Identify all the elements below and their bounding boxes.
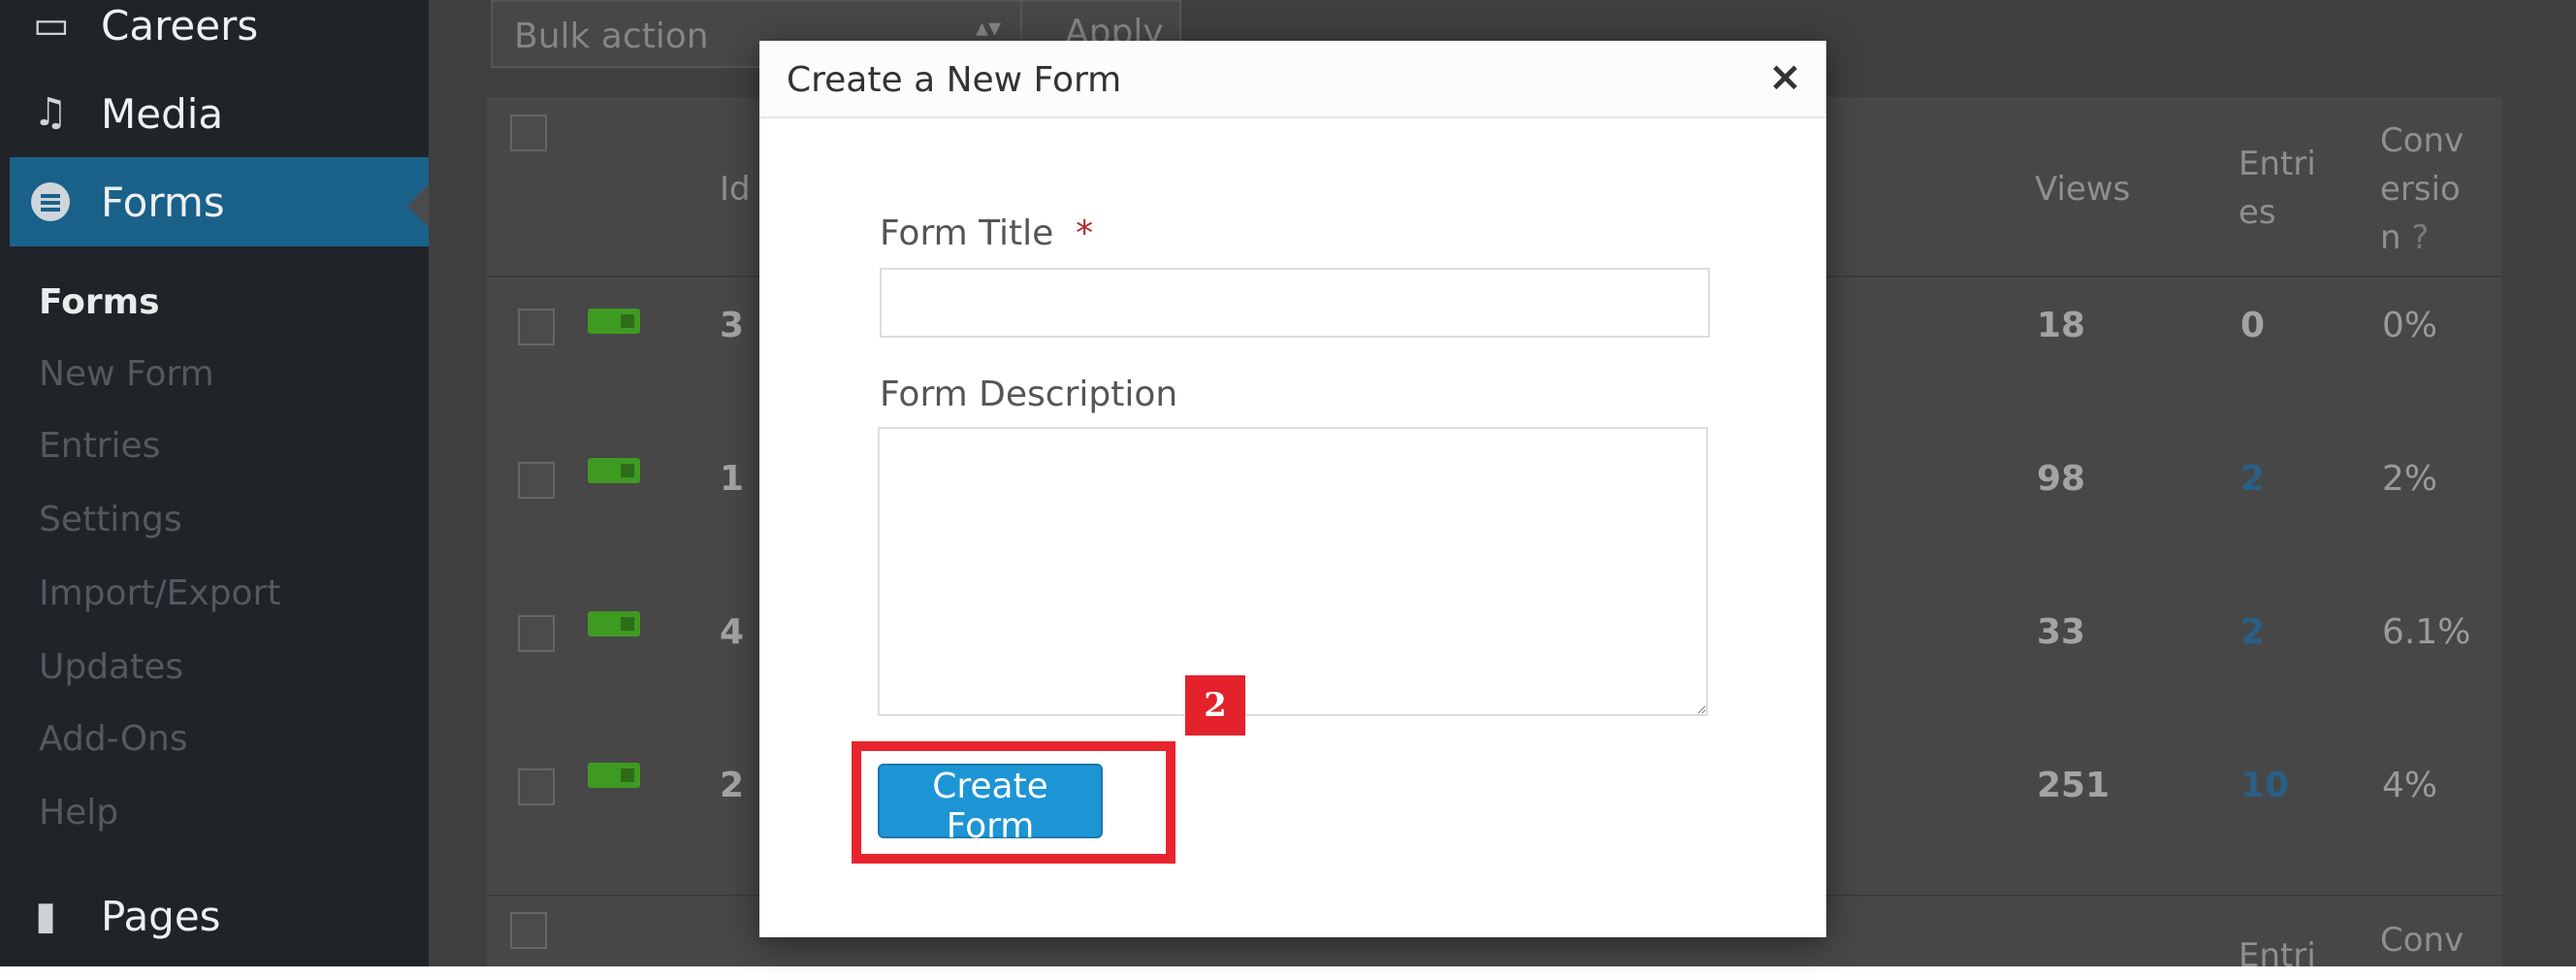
submenu-add-ons[interactable]: Add-Ons <box>39 722 188 757</box>
row-entries[interactable]: 2 <box>2240 615 2265 650</box>
careers-icon: ▭ <box>33 3 70 48</box>
close-icon[interactable]: × <box>1768 56 1802 97</box>
row-conversion: 6.1% <box>2382 612 2471 652</box>
bulk-action-label: Bulk action <box>514 16 709 56</box>
row-checkbox[interactable] <box>518 462 555 499</box>
form-active-toggle[interactable] <box>588 763 640 788</box>
select-all-checkbox-footer[interactable] <box>510 912 547 949</box>
form-active-toggle[interactable] <box>588 611 640 637</box>
submenu-help[interactable]: Help <box>39 796 118 831</box>
active-indicator-arrow <box>407 184 429 227</box>
sidebar-item-careers[interactable]: Careers <box>101 6 258 47</box>
submenu-forms[interactable]: Forms <box>39 285 160 320</box>
submenu-new-form[interactable]: New Form <box>39 357 214 392</box>
submenu-import-export[interactable]: Import/Export <box>39 576 280 611</box>
form-active-toggle[interactable] <box>588 309 640 334</box>
forms-icon <box>31 182 70 221</box>
col-header-entries[interactable]: Entri es <box>2238 140 2326 237</box>
annotation-step-badge: 2 <box>1185 675 1245 735</box>
row-entries[interactable]: 0 <box>2240 309 2265 343</box>
media-icon: ♫ <box>33 90 68 135</box>
sidebar-item-media[interactable]: Media <box>101 94 223 135</box>
row-checkbox[interactable] <box>518 309 555 345</box>
row-views: 98 <box>2037 459 2086 499</box>
row-views: 251 <box>2037 766 2110 805</box>
form-active-toggle[interactable] <box>588 458 640 483</box>
row-conversion: 0% <box>2382 306 2438 345</box>
row-id: 2 <box>720 766 745 805</box>
select-arrows-icon: ▴▾ <box>976 14 1002 43</box>
sidebar-item-pages[interactable]: Pages <box>101 897 221 937</box>
submenu-updates[interactable]: Updates <box>39 650 183 685</box>
modal-header: Create a New Form × <box>759 41 1826 118</box>
row-checkbox[interactable] <box>518 615 555 652</box>
form-description-label: Form Description <box>880 375 1178 414</box>
col-header-conversion[interactable]: Conv ersio n ? <box>2380 116 2477 262</box>
row-views: 18 <box>2037 306 2086 345</box>
row-id: 3 <box>720 306 745 345</box>
pages-icon: ▮ <box>35 894 57 938</box>
row-id: 1 <box>720 459 745 499</box>
col-header-id[interactable]: Id <box>720 165 751 213</box>
form-description-textarea[interactable] <box>878 427 1708 716</box>
row-conversion: 4% <box>2382 766 2438 805</box>
row-views: 33 <box>2037 612 2086 652</box>
row-id: 4 <box>720 612 745 652</box>
form-title-input[interactable] <box>880 268 1710 338</box>
sidebar-item-forms[interactable]: Forms <box>10 157 429 246</box>
sidebar-item-forms-label: Forms <box>101 179 225 226</box>
submenu-entries[interactable]: Entries <box>39 429 160 464</box>
admin-sidebar: ▭ Careers ♫ Media Forms Forms New Form E… <box>0 0 429 966</box>
submenu-settings[interactable]: Settings <box>39 503 182 538</box>
col-footer-conversion[interactable]: Conv <box>2380 916 2463 964</box>
help-icon[interactable]: ? <box>2411 218 2429 257</box>
form-title-label: Form Title * <box>880 213 1093 253</box>
col-header-views[interactable]: Views <box>2035 165 2130 213</box>
form-title-label-text: Form Title <box>880 213 1054 253</box>
row-entries[interactable]: 2 <box>2240 462 2265 497</box>
row-entries[interactable]: 10 <box>2240 768 2289 803</box>
col-footer-entries[interactable]: Entri <box>2238 931 2316 980</box>
row-checkbox[interactable] <box>518 768 555 805</box>
annotation-highlight-box <box>852 741 1175 864</box>
row-conversion: 2% <box>2382 459 2438 499</box>
modal-title: Create a New Form <box>787 60 1122 100</box>
required-indicator: * <box>1076 213 1094 253</box>
select-all-checkbox[interactable] <box>510 114 547 151</box>
